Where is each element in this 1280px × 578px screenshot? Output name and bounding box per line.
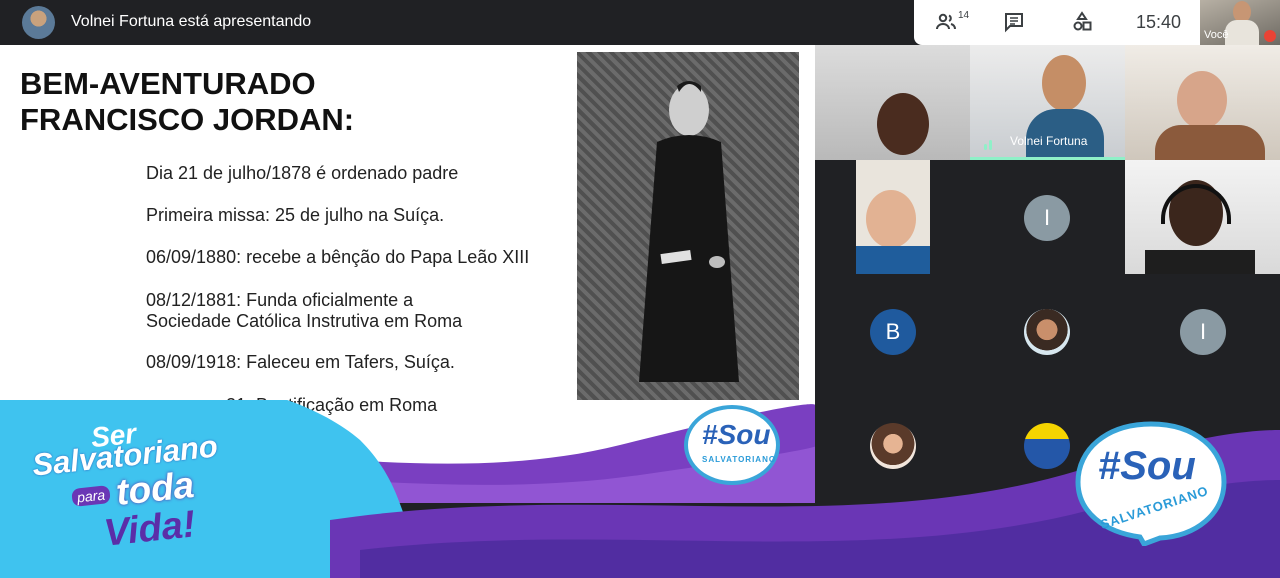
slide-line: Dia 21 de julho/1878 é ordenado padre [146, 163, 459, 183]
participant-name: Volnei Fortuna [1010, 134, 1088, 148]
participant-initial-avatar[interactable]: I [1180, 309, 1226, 355]
chat-icon[interactable] [1002, 10, 1028, 34]
participant-face [1042, 55, 1086, 111]
participant-tile-speaker[interactable]: Volnei Fortuna [970, 45, 1125, 160]
slide-line: Sociedade Católica Instrutiva em Roma [146, 311, 463, 331]
presenter-avatar [22, 6, 55, 39]
activities-icon[interactable] [1070, 10, 1096, 34]
self-body [1225, 20, 1259, 45]
headphones-icon [1161, 184, 1231, 224]
participant-tile[interactable] [815, 45, 970, 160]
speaking-indicator [984, 137, 998, 150]
participant-tile[interactable] [856, 160, 930, 274]
people-icon[interactable] [934, 10, 960, 34]
self-label: Você [1204, 29, 1229, 41]
participant-body [1155, 125, 1265, 160]
speaking-bar [970, 157, 1125, 160]
slide-line: 08/12/1881: Funda oficialmente a [146, 290, 414, 310]
participant-count: 14 [958, 10, 970, 21]
participant-face [1177, 71, 1227, 129]
meeting-clock: 15:40 [1136, 12, 1182, 32]
slide-title-line-2: FRANCISCO JORDAN: [20, 102, 355, 137]
participant-face [866, 190, 916, 248]
participant-body [1145, 250, 1255, 274]
participant-initial-avatar[interactable]: I [1024, 195, 1070, 241]
meeting-controls: 14 15:40 [914, 0, 1200, 45]
slide-title-line-1: BEM-AVENTURADO [20, 66, 316, 101]
participant-tile[interactable] [1125, 45, 1280, 160]
participant-initial-avatar[interactable]: B [870, 309, 916, 355]
participant-tile[interactable] [1125, 160, 1280, 274]
slide-line: 06/09/1880: recebe a bênção do Papa Leão… [146, 247, 530, 267]
mic-off-icon [1264, 30, 1276, 42]
participant-photo-avatar[interactable] [1024, 309, 1070, 355]
portrait-photo [577, 52, 799, 400]
slide-line: 08/09/1918: Faleceu em Tafers, Suíça. [146, 352, 455, 372]
slide-title: BEM-AVENTURADO FRANCISCO JORDAN: [20, 66, 380, 138]
slide-line: Primeira missa: 25 de julho na Suíça. [146, 205, 445, 225]
participant-face [877, 93, 929, 155]
big-badge-text: #Sou [1098, 444, 1196, 488]
presenter-label: Volnei Fortuna está apresentando [71, 13, 312, 30]
participant-body [856, 246, 930, 274]
priest-figure [639, 81, 739, 382]
